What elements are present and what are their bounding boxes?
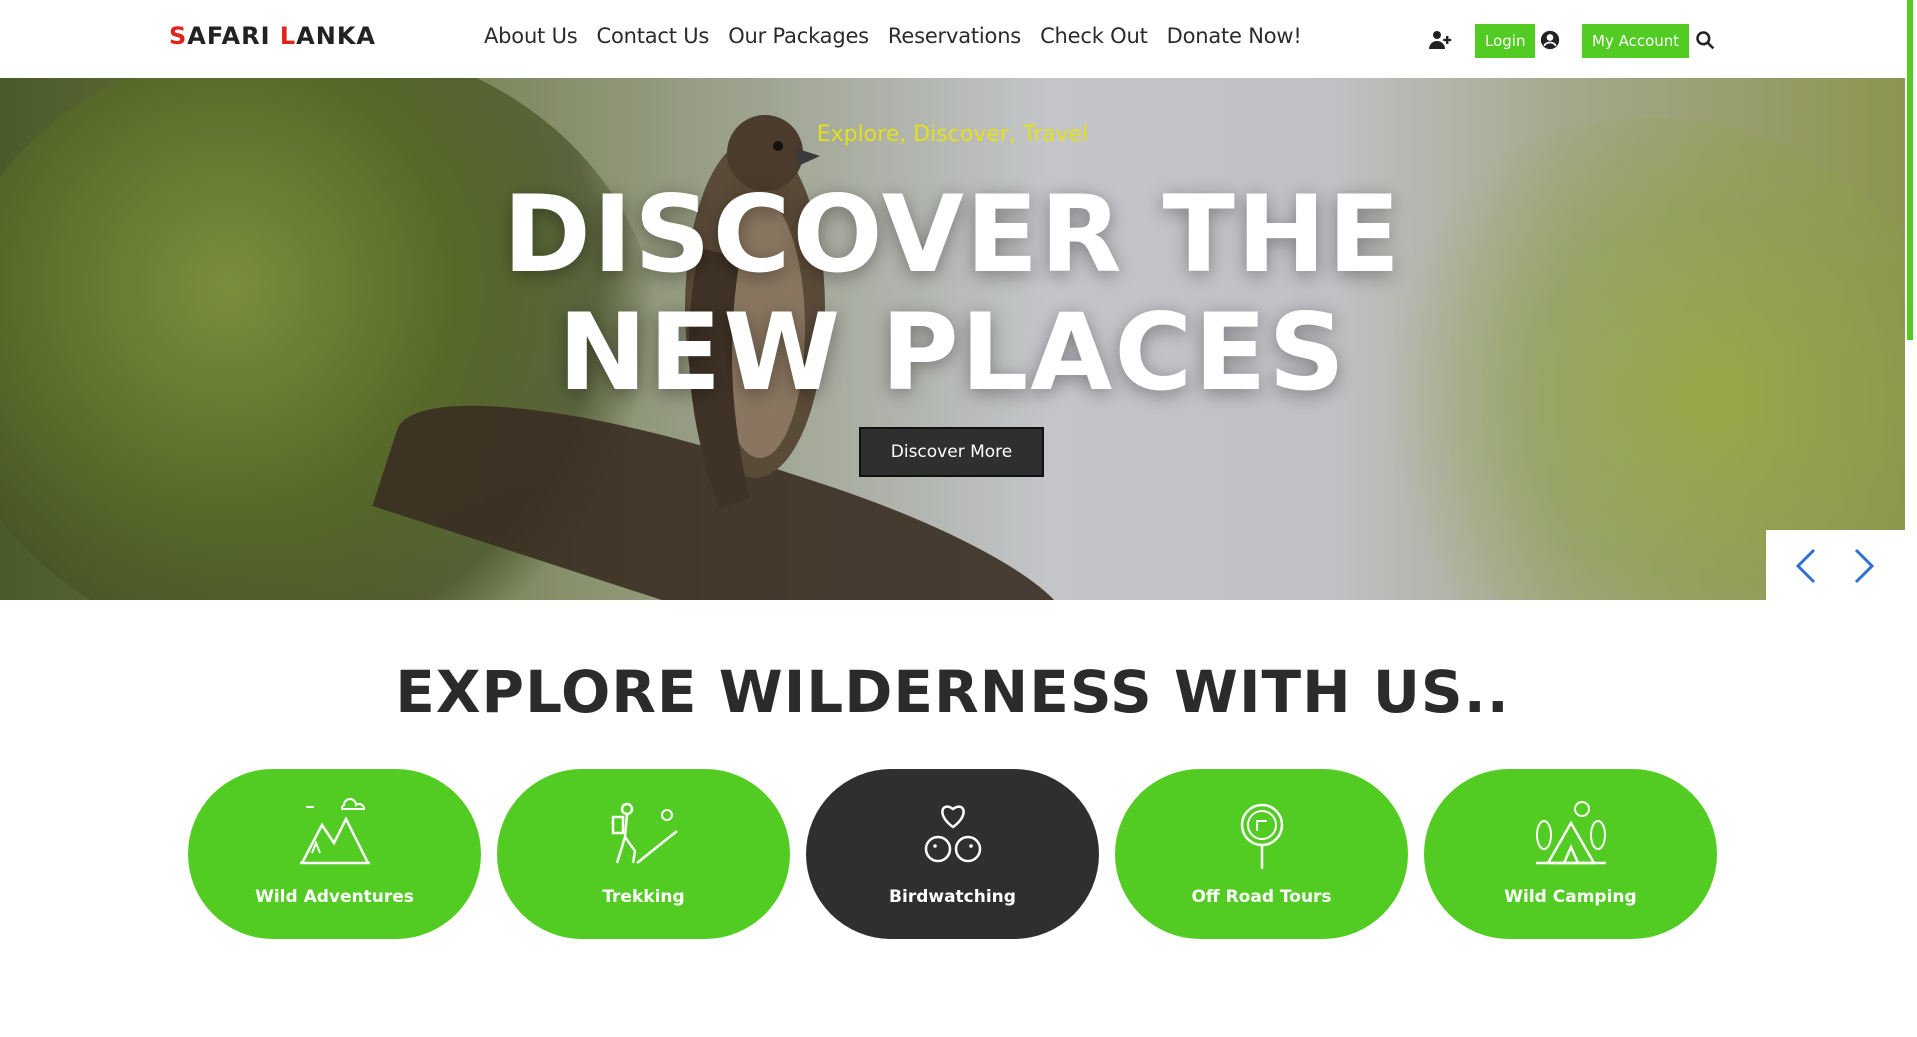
my-account-button[interactable]: My Account (1582, 24, 1690, 58)
logo-initial-s: S (169, 22, 188, 50)
site-logo[interactable]: SAFARI LANKA (169, 22, 376, 50)
activity-cards: Wild Adventures Trekking Birdwatching Of… (188, 769, 1718, 939)
login-button[interactable]: Login (1475, 24, 1536, 58)
card-label: Wild Adventures (255, 887, 414, 907)
nav-our-packages[interactable]: Our Packages (728, 24, 869, 48)
chevron-left-icon[interactable] (1788, 546, 1824, 586)
logo-text-anka: ANKA (296, 22, 376, 50)
birds-heart-icon (924, 805, 982, 863)
nav-contact-us[interactable]: Contact Us (596, 24, 709, 48)
nav-donate-now[interactable]: Donate Now! (1167, 24, 1302, 48)
hero-slider: Explore, Discover, Travel DISCOVER THE N… (0, 78, 1905, 600)
chevron-right-icon[interactable] (1846, 546, 1882, 586)
card-label: Wild Camping (1504, 887, 1637, 907)
tent-icon (1536, 801, 1606, 865)
card-label: Birdwatching (889, 887, 1016, 907)
explore-section-title: EXPLORE WILDERNESS WITH US.. (395, 658, 1510, 726)
hero-tagline: Explore, Discover, Travel (816, 122, 1089, 147)
card-wild-camping[interactable]: Wild Camping (1424, 769, 1717, 939)
card-label: Off Road Tours (1191, 887, 1332, 907)
nav-check-out[interactable]: Check Out (1040, 24, 1148, 48)
logo-text-afari: AFARI (187, 22, 280, 50)
slider-controls (1766, 530, 1905, 600)
discover-more-button[interactable]: Discover More (859, 427, 1044, 477)
scrollbar-thumb[interactable] (1907, 0, 1913, 340)
user-plus-icon[interactable] (1428, 28, 1452, 52)
hero-title-line2: NEW PLACES (558, 291, 1347, 414)
mountains-icon (300, 798, 370, 865)
hero-title: DISCOVER THE NEW PLACES (0, 176, 1905, 412)
card-wild-adventures[interactable]: Wild Adventures (188, 769, 481, 939)
nav-reservations[interactable]: Reservations (888, 24, 1021, 48)
site-header: SAFARI LANKA About Us Contact Us Our Pac… (0, 0, 1905, 78)
card-trekking[interactable]: Trekking (497, 769, 790, 939)
card-label: Trekking (602, 887, 685, 907)
logo-initial-l: L (279, 22, 297, 50)
hiker-icon (611, 802, 678, 864)
nav-about-us[interactable]: About Us (484, 24, 578, 48)
card-off-road-tours[interactable]: Off Road Tours (1115, 769, 1408, 939)
main-nav: About Us Contact Us Our Packages Reserva… (484, 24, 1321, 48)
hero-title-line1: DISCOVER THE (502, 173, 1403, 296)
search-icon[interactable] (1695, 30, 1715, 50)
user-circle-icon[interactable] (1540, 30, 1560, 50)
signpost-icon (1240, 803, 1284, 869)
card-birdwatching[interactable]: Birdwatching (806, 769, 1099, 939)
